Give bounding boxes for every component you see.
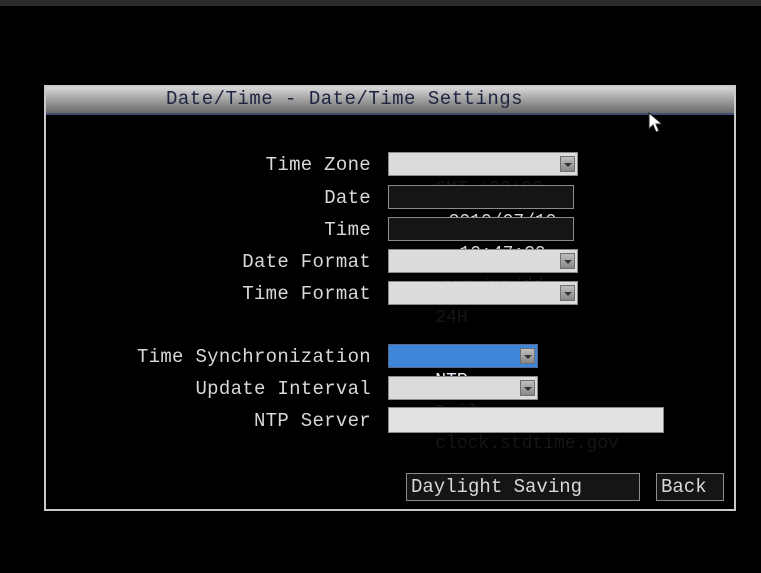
- ntp-server-value: clock.stdtime.gov: [435, 434, 619, 454]
- screen-top-edge: [0, 0, 761, 6]
- time-format-select[interactable]: 24H: [388, 281, 578, 328]
- date-format-select[interactable]: yyyy/mm/dd: [388, 249, 578, 296]
- update-interval-select[interactable]: Daily: [388, 376, 538, 423]
- back-button[interactable]: Back: [656, 473, 724, 501]
- time-zone-label: Time Zone: [265, 154, 371, 176]
- dropdown-arrow-icon[interactable]: [560, 253, 575, 269]
- dvr-screen: Date/Time - Date/Time Settings Time Zone…: [0, 0, 761, 573]
- ntp-server-input[interactable]: clock.stdtime.gov: [388, 407, 664, 454]
- time-zone-select[interactable]: GMT +08:00: [388, 152, 578, 199]
- date-label: Date: [324, 187, 371, 209]
- title-bar: Date/Time - Date/Time Settings: [46, 87, 734, 115]
- ntp-server-label: NTP Server: [253, 410, 371, 432]
- dropdown-arrow-icon[interactable]: [520, 380, 535, 396]
- dropdown-arrow-icon[interactable]: [560, 285, 575, 301]
- date-field[interactable]: 2010/07/19: [388, 185, 574, 232]
- dialog-title: Date/Time - Date/Time Settings: [166, 88, 524, 110]
- update-interval-label: Update Interval: [195, 378, 371, 400]
- time-field[interactable]: 10:47:29: [388, 217, 574, 264]
- daylight-saving-button[interactable]: Daylight Saving: [406, 473, 640, 501]
- date-format-label: Date Format: [242, 251, 371, 273]
- mouse-pointer-icon: [648, 112, 664, 133]
- time-format-value: 24H: [435, 308, 468, 328]
- time-format-label: Time Format: [242, 283, 371, 305]
- time-sync-select[interactable]: NTP: [388, 344, 538, 391]
- time-label: Time: [324, 219, 371, 241]
- dropdown-arrow-icon[interactable]: [560, 156, 575, 172]
- dropdown-arrow-icon[interactable]: [520, 348, 535, 364]
- time-sync-label: Time Synchronization: [136, 346, 371, 368]
